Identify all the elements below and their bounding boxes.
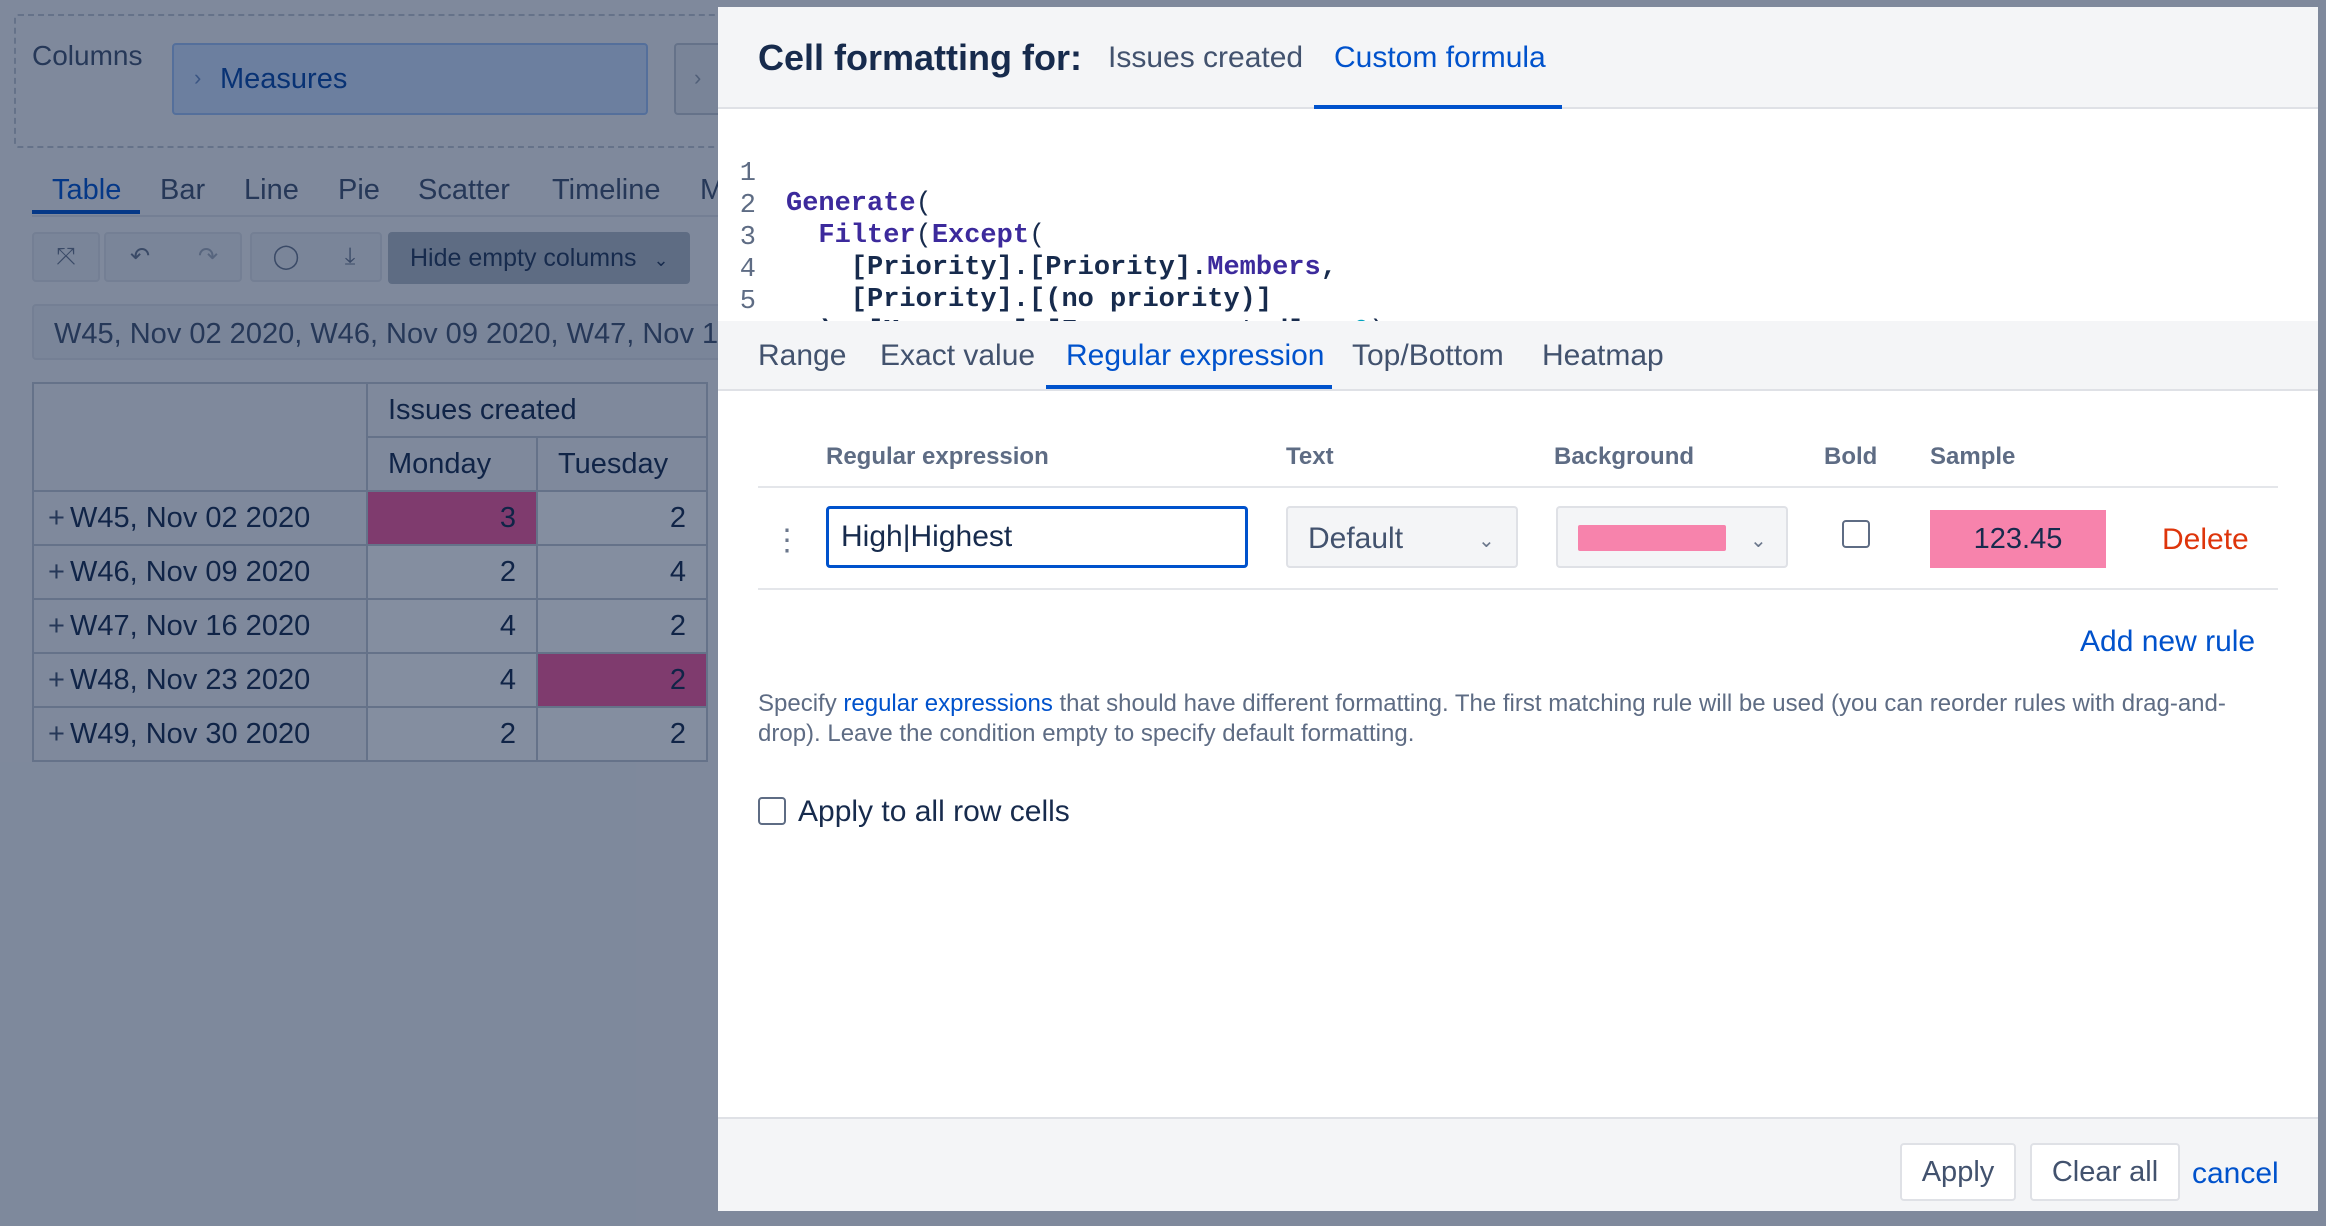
cell-formatting-dialog: Cell formatting for: Issues created Cust… <box>718 7 2318 1211</box>
code-line: 5 ), [Measures].[Issues created] > 0) <box>739 287 1386 347</box>
tab-top-bottom[interactable]: Top/Bottom <box>1352 339 1504 373</box>
divider <box>758 486 2278 488</box>
code-line: 1 Generate( <box>739 159 932 219</box>
tab-regular-expression[interactable]: Regular expression <box>1066 339 1324 373</box>
tab-custom-formula[interactable]: Custom formula <box>1334 41 1546 75</box>
regex-input[interactable] <box>826 506 1248 568</box>
text-color-value: Default <box>1308 522 1404 555</box>
column-header-regex: Regular expression <box>826 443 1049 470</box>
column-header-background: Background <box>1554 443 1695 470</box>
regex-help-link[interactable]: regular expressions <box>843 690 1052 717</box>
apply-all-row-cells-checkbox[interactable] <box>758 797 786 825</box>
chevron-down-icon: ⌄ <box>1478 530 1495 552</box>
code-line: 4 [Priority].[(no priority)] <box>739 255 1273 315</box>
tab-heatmap[interactable]: Heatmap <box>1542 339 1664 373</box>
code-line: 2 Filter(Except( <box>739 191 1046 251</box>
color-swatch <box>1578 525 1726 551</box>
column-header-sample: Sample <box>1930 443 2016 470</box>
formula-editor[interactable]: 1 Generate( 2 Filter(Except( 3 [Priority… <box>718 109 2318 379</box>
code-line: 3 [Priority].[Priority].Members, <box>739 223 1337 283</box>
text-color-select[interactable]: Default ⌄ <box>1286 506 1518 568</box>
dialog-title: Cell formatting for: <box>758 37 1082 78</box>
code-line: 6 , [Priority].CurrentMember.Name, <box>718 289 1337 379</box>
help-text: Specify regular expressions that should … <box>758 690 2226 747</box>
apply-button[interactable]: Apply <box>1900 1143 2016 1201</box>
column-header-bold: Bold <box>1824 443 1878 470</box>
tab-range[interactable]: Range <box>758 339 846 373</box>
dialog-header: Cell formatting for: Issues created Cust… <box>718 7 2318 109</box>
clear-all-button[interactable]: Clear all <box>2030 1143 2180 1201</box>
rule-type-tabs: Range Exact value Regular expression Top… <box>718 321 2318 391</box>
background-color-select[interactable]: ⌄ <box>1556 506 1788 568</box>
delete-rule-button[interactable]: Delete <box>2162 523 2249 557</box>
chevron-down-icon: ⌄ <box>1750 530 1767 552</box>
dialog-footer: Apply Clear all cancel <box>718 1117 2318 1211</box>
drag-handle-icon[interactable]: ⋮ <box>772 523 802 558</box>
column-header-text: Text <box>1286 443 1334 470</box>
apply-all-row-cells-label[interactable]: Apply to all row cells <box>798 795 1070 829</box>
sample-preview: 123.45 <box>1930 510 2106 568</box>
tab-issues-created[interactable]: Issues created <box>1108 41 1303 75</box>
tab-exact-value[interactable]: Exact value <box>880 339 1035 373</box>
add-new-rule-button[interactable]: Add new rule <box>2080 625 2255 659</box>
divider <box>758 588 2278 590</box>
bold-checkbox[interactable] <box>1842 520 1870 548</box>
cancel-button[interactable]: cancel <box>2192 1157 2279 1191</box>
active-tab-indicator <box>1046 385 1332 389</box>
